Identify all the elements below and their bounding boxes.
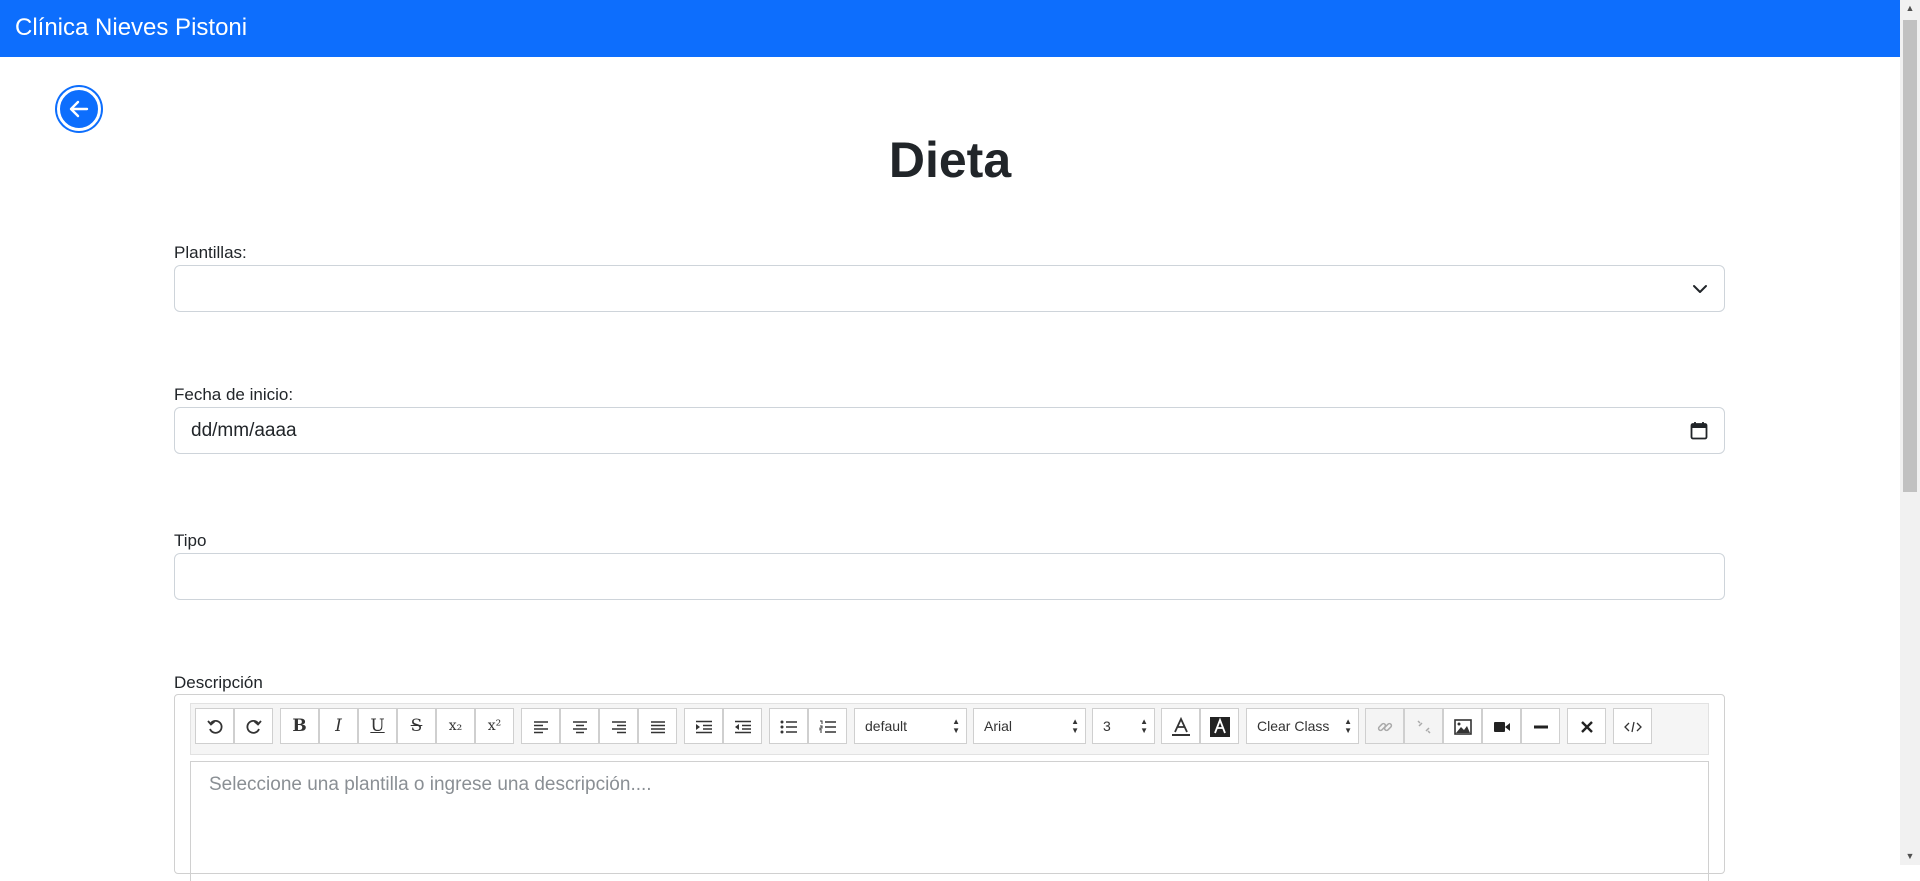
scroll-thumb[interactable] bbox=[1903, 20, 1917, 492]
unlink-button[interactable] bbox=[1404, 708, 1443, 744]
editor-content-area[interactable]: Seleccione una plantilla o ingrese una d… bbox=[190, 761, 1709, 881]
align-right-button[interactable] bbox=[599, 708, 638, 744]
link-icon bbox=[1377, 722, 1392, 731]
subscript-button[interactable]: x₂ bbox=[436, 708, 475, 744]
scroll-up-arrow-icon[interactable]: ▲ bbox=[1900, 0, 1920, 17]
class-select-value: Clear Class bbox=[1257, 718, 1330, 734]
chevron-down-icon bbox=[1693, 285, 1707, 293]
font-color-icon bbox=[1171, 716, 1190, 736]
updown-icon: ▲ ▼ bbox=[952, 717, 960, 735]
brand-title[interactable]: Clínica Nieves Pistoni bbox=[15, 14, 247, 42]
bold-button[interactable]: B bbox=[280, 708, 319, 744]
align-center-icon bbox=[572, 720, 587, 733]
insert-video-button[interactable] bbox=[1482, 708, 1521, 744]
insert-image-button[interactable] bbox=[1443, 708, 1482, 744]
top-navbar: Clínica Nieves Pistoni bbox=[0, 0, 1900, 57]
indent-icon bbox=[695, 720, 712, 733]
fecha-inicio-input[interactable]: dd/mm/aaaa bbox=[174, 407, 1725, 454]
clear-format-button[interactable] bbox=[1567, 708, 1606, 744]
rich-text-editor: B I U S x₂ x² default ▲ ▼ Arial ▲ ▼ 3 ▲ … bbox=[174, 694, 1725, 881]
strikethrough-button[interactable]: S bbox=[397, 708, 436, 744]
align-center-button[interactable] bbox=[560, 708, 599, 744]
font-color-button[interactable] bbox=[1161, 708, 1200, 744]
numbered-list-icon bbox=[819, 720, 836, 733]
outdent-icon bbox=[734, 720, 751, 733]
image-icon bbox=[1453, 718, 1472, 735]
superscript-button[interactable]: x² bbox=[475, 708, 514, 744]
scroll-down-arrow-icon[interactable]: ▼ bbox=[1900, 848, 1920, 865]
align-justify-icon bbox=[650, 720, 665, 733]
font-family-value: Arial bbox=[984, 718, 1013, 734]
class-select[interactable]: Clear Class ▲ ▼ bbox=[1246, 708, 1359, 744]
background-color-button[interactable] bbox=[1200, 708, 1239, 744]
align-left-button[interactable] bbox=[521, 708, 560, 744]
tipo-input[interactable] bbox=[174, 553, 1725, 600]
updown-icon: ▲ ▼ bbox=[1344, 717, 1352, 735]
undo-button[interactable] bbox=[195, 708, 234, 744]
redo-button[interactable] bbox=[234, 708, 273, 744]
horizontal-rule-icon bbox=[1533, 725, 1548, 728]
underline-button[interactable]: U bbox=[358, 708, 397, 744]
page-title: Dieta bbox=[888, 132, 1012, 188]
horizontal-rule-button[interactable] bbox=[1521, 708, 1560, 744]
link-button[interactable] bbox=[1365, 708, 1404, 744]
align-justify-button[interactable] bbox=[638, 708, 677, 744]
font-size-select[interactable]: 3 ▲ ▼ bbox=[1092, 708, 1155, 744]
undo-icon bbox=[206, 719, 222, 734]
fecha-inicio-value: dd/mm/aaaa bbox=[191, 420, 297, 441]
code-view-button[interactable] bbox=[1613, 708, 1652, 744]
style-select[interactable]: default ▲ ▼ bbox=[854, 708, 967, 744]
highlight-color-icon bbox=[1209, 716, 1230, 737]
outdent-button[interactable] bbox=[723, 708, 762, 744]
font-size-value: 3 bbox=[1103, 718, 1111, 734]
close-icon bbox=[1580, 720, 1593, 733]
plantillas-label: Plantillas: bbox=[174, 243, 247, 262]
ordered-list-button[interactable] bbox=[808, 708, 847, 744]
vertical-scrollbar[interactable]: ▲ ▼ bbox=[1900, 0, 1920, 865]
tipo-label: Tipo bbox=[174, 531, 207, 550]
unlink-icon bbox=[1416, 719, 1431, 734]
redo-icon bbox=[246, 719, 262, 734]
unordered-list-button[interactable] bbox=[769, 708, 808, 744]
updown-icon: ▲ ▼ bbox=[1140, 717, 1148, 735]
indent-button[interactable] bbox=[684, 708, 723, 744]
editor-toolbar: B I U S x₂ x² default ▲ ▼ Arial ▲ ▼ 3 ▲ … bbox=[190, 703, 1709, 755]
align-right-icon bbox=[611, 720, 626, 733]
arrow-left-icon bbox=[69, 100, 89, 118]
style-select-value: default bbox=[865, 718, 908, 734]
updown-icon: ▲ ▼ bbox=[1071, 717, 1079, 735]
code-icon bbox=[1623, 721, 1642, 732]
italic-button[interactable]: I bbox=[319, 708, 358, 744]
descripcion-label: Descripción bbox=[174, 673, 263, 692]
fecha-inicio-label: Fecha de inicio: bbox=[174, 385, 294, 404]
editor-placeholder: Seleccione una plantilla o ingrese una d… bbox=[209, 774, 652, 795]
plantillas-select[interactable] bbox=[174, 265, 1725, 312]
font-family-select[interactable]: Arial ▲ ▼ bbox=[973, 708, 1086, 744]
back-button[interactable] bbox=[57, 87, 101, 131]
video-icon bbox=[1493, 721, 1510, 732]
calendar-icon[interactable] bbox=[1690, 421, 1708, 440]
bullet-list-icon bbox=[780, 720, 797, 733]
align-left-icon bbox=[533, 720, 548, 733]
